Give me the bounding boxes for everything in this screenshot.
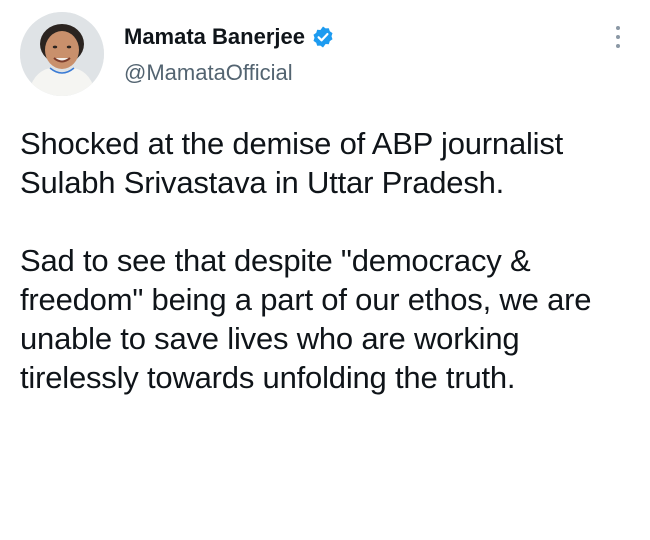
- avatar[interactable]: [20, 12, 104, 96]
- tweet-paragraph: Shocked at the demise of ABP journalist …: [20, 126, 564, 200]
- profile-photo: [20, 12, 104, 96]
- tweet-text: Shocked at the demise of ABP journalist …: [20, 124, 635, 397]
- user-handle[interactable]: @MamataOfficial: [124, 58, 335, 88]
- more-dot: [616, 35, 620, 39]
- more-dot: [616, 26, 620, 30]
- verified-badge-icon: [311, 25, 335, 49]
- more-options-icon[interactable]: [606, 20, 630, 54]
- tweet-card: Mamata Banerjee @MamataOfficial Shocked …: [0, 0, 650, 540]
- author-block: Mamata Banerjee @MamataOfficial: [124, 22, 335, 88]
- tweet-paragraph: Sad to see that despite "democracy & fre…: [20, 243, 592, 395]
- display-name[interactable]: Mamata Banerjee: [124, 22, 305, 52]
- name-row: Mamata Banerjee: [124, 22, 335, 52]
- more-dot: [616, 44, 620, 48]
